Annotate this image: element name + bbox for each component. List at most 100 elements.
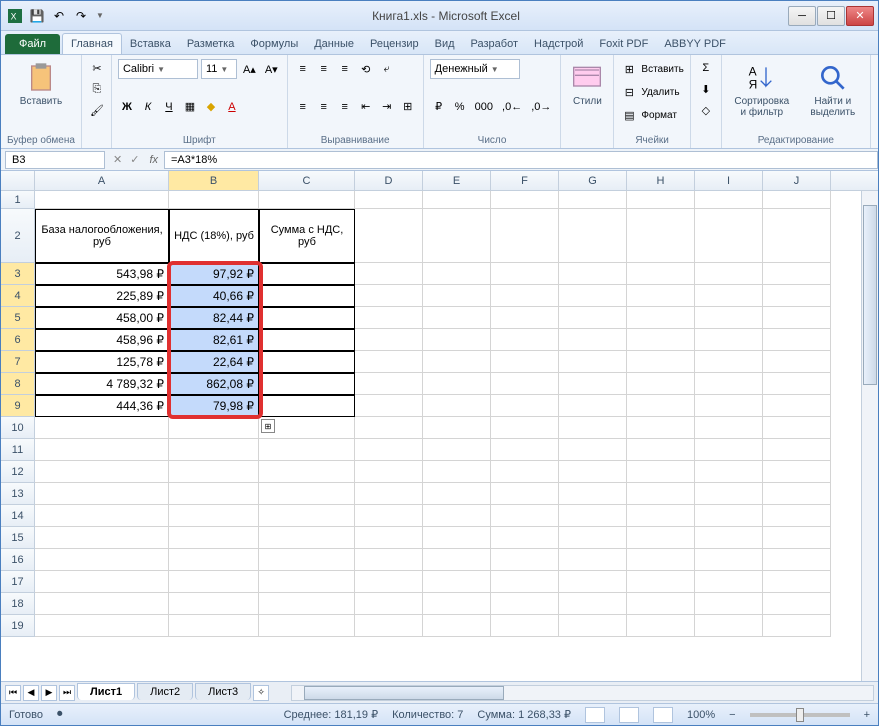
cell[interactable] bbox=[763, 209, 831, 263]
tab-developer[interactable]: Разработ bbox=[463, 34, 526, 54]
sort-filter-button[interactable]: АЯ Сортировка и фильтр bbox=[728, 58, 796, 122]
cell[interactable] bbox=[695, 593, 763, 615]
cell[interactable] bbox=[423, 191, 491, 209]
cell[interactable] bbox=[423, 439, 491, 461]
row-header[interactable]: 1 bbox=[1, 191, 35, 209]
cell[interactable] bbox=[695, 329, 763, 351]
cell[interactable] bbox=[259, 483, 355, 505]
cell[interactable] bbox=[695, 307, 763, 329]
cell[interactable] bbox=[491, 417, 559, 439]
font-name-combo[interactable]: Calibri▼ bbox=[118, 59, 198, 79]
row-header[interactable]: 18 bbox=[1, 593, 35, 615]
cell[interactable] bbox=[423, 615, 491, 637]
cell[interactable] bbox=[695, 209, 763, 263]
delete-cells-icon[interactable]: ⊟ bbox=[620, 82, 638, 102]
cell[interactable] bbox=[423, 329, 491, 351]
row-header[interactable]: 11 bbox=[1, 439, 35, 461]
cell[interactable] bbox=[695, 439, 763, 461]
scroll-thumb-h[interactable] bbox=[304, 686, 504, 700]
cell[interactable] bbox=[695, 483, 763, 505]
cell[interactable]: 4 789,32 ₽ bbox=[35, 373, 169, 395]
cell[interactable] bbox=[559, 439, 627, 461]
cell[interactable] bbox=[355, 461, 423, 483]
cell[interactable] bbox=[763, 571, 831, 593]
new-sheet-icon[interactable]: ✧ bbox=[253, 685, 269, 701]
tab-abbyy[interactable]: ABBYY PDF bbox=[656, 34, 734, 54]
cell[interactable] bbox=[259, 461, 355, 483]
styles-button[interactable]: Стили bbox=[567, 58, 607, 111]
tab-review[interactable]: Рецензир bbox=[362, 34, 427, 54]
font-size-combo[interactable]: 11▼ bbox=[201, 59, 237, 79]
cell[interactable] bbox=[35, 615, 169, 637]
cell[interactable] bbox=[763, 351, 831, 373]
tab-foxit[interactable]: Foxit PDF bbox=[591, 34, 656, 54]
cell[interactable] bbox=[169, 439, 259, 461]
cell[interactable]: 458,96 ₽ bbox=[35, 329, 169, 351]
cell[interactable] bbox=[695, 505, 763, 527]
percent-icon[interactable]: % bbox=[451, 97, 469, 117]
cell[interactable] bbox=[423, 593, 491, 615]
cell[interactable] bbox=[627, 351, 695, 373]
col-header-b[interactable]: B bbox=[169, 171, 259, 190]
cell[interactable] bbox=[763, 395, 831, 417]
clear-icon[interactable]: ◇ bbox=[697, 100, 715, 120]
cell[interactable] bbox=[169, 527, 259, 549]
col-header-j[interactable]: J bbox=[763, 171, 831, 190]
row-header[interactable]: 4 bbox=[1, 285, 35, 307]
cell[interactable]: 444,36 ₽ bbox=[35, 395, 169, 417]
cell[interactable] bbox=[423, 527, 491, 549]
cell[interactable] bbox=[763, 527, 831, 549]
align-center-icon[interactable]: ≡ bbox=[315, 97, 333, 117]
cell[interactable] bbox=[627, 263, 695, 285]
cell[interactable] bbox=[423, 351, 491, 373]
cell[interactable] bbox=[259, 439, 355, 461]
cell[interactable] bbox=[695, 373, 763, 395]
fx-icon[interactable]: fx bbox=[143, 154, 164, 166]
cell[interactable] bbox=[491, 439, 559, 461]
row-header[interactable]: 14 bbox=[1, 505, 35, 527]
row-header[interactable]: 2 bbox=[1, 209, 35, 263]
cell[interactable] bbox=[355, 351, 423, 373]
row-header[interactable]: 7 bbox=[1, 351, 35, 373]
cell[interactable] bbox=[695, 571, 763, 593]
cell[interactable] bbox=[491, 351, 559, 373]
cell[interactable] bbox=[355, 395, 423, 417]
cell[interactable] bbox=[423, 285, 491, 307]
cell[interactable] bbox=[627, 307, 695, 329]
cell[interactable] bbox=[35, 593, 169, 615]
row-header[interactable]: 16 bbox=[1, 549, 35, 571]
delete-label[interactable]: Удалить bbox=[641, 87, 679, 98]
italic-button[interactable]: К bbox=[139, 97, 157, 117]
cell[interactable] bbox=[695, 285, 763, 307]
cell[interactable] bbox=[259, 351, 355, 373]
cell[interactable] bbox=[559, 483, 627, 505]
cell[interactable] bbox=[355, 571, 423, 593]
cell[interactable] bbox=[35, 417, 169, 439]
inc-decimal-icon[interactable]: ,0← bbox=[499, 97, 525, 117]
cell[interactable] bbox=[355, 505, 423, 527]
cell[interactable] bbox=[627, 593, 695, 615]
row-header[interactable]: 17 bbox=[1, 571, 35, 593]
cell[interactable]: 862,08 ₽ bbox=[169, 373, 259, 395]
wrap-text-icon[interactable]: ⤶ bbox=[378, 59, 396, 79]
cell[interactable] bbox=[259, 373, 355, 395]
cell[interactable] bbox=[627, 417, 695, 439]
macro-record-icon[interactable]: ⏺ bbox=[57, 708, 63, 721]
format-cells-icon[interactable]: ▤ bbox=[620, 105, 638, 125]
cell[interactable] bbox=[627, 395, 695, 417]
cell[interactable] bbox=[169, 461, 259, 483]
sheet-nav-next-icon[interactable]: ▶ bbox=[41, 685, 57, 701]
cell[interactable] bbox=[355, 593, 423, 615]
col-header-g[interactable]: G bbox=[559, 171, 627, 190]
cell[interactable] bbox=[35, 505, 169, 527]
cell[interactable] bbox=[35, 439, 169, 461]
cell[interactable] bbox=[763, 417, 831, 439]
cell[interactable] bbox=[695, 615, 763, 637]
cell[interactable] bbox=[763, 191, 831, 209]
cell[interactable] bbox=[559, 263, 627, 285]
cell[interactable] bbox=[627, 483, 695, 505]
cell[interactable] bbox=[491, 527, 559, 549]
cell[interactable] bbox=[259, 191, 355, 209]
cell[interactable] bbox=[355, 549, 423, 571]
sheet-nav-last-icon[interactable]: ⏭ bbox=[59, 685, 75, 701]
